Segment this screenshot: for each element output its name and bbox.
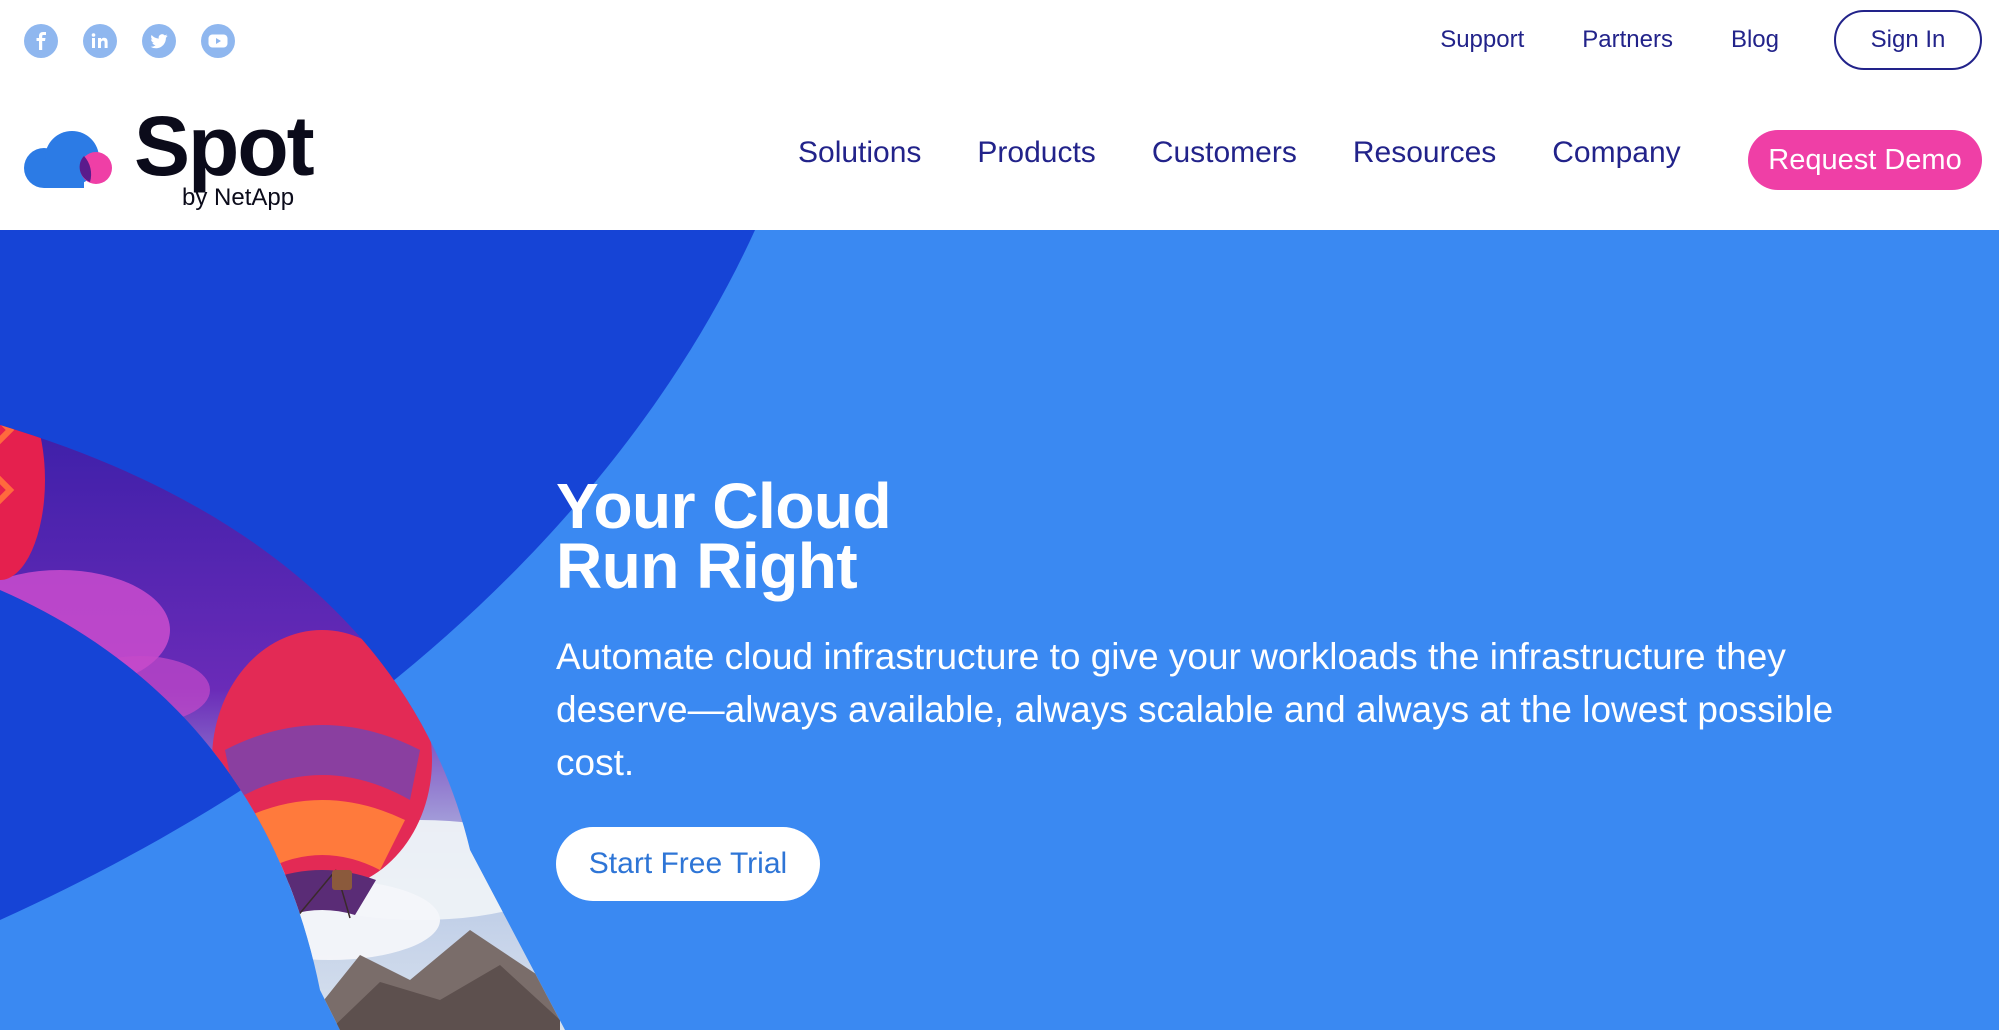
partners-link[interactable]: Partners (1582, 24, 1673, 56)
cloud-logo-icon (24, 131, 112, 188)
linkedin-icon[interactable] (83, 24, 117, 58)
nav-item-customers[interactable]: Customers (1152, 134, 1297, 172)
hero-content: Your Cloud Run Right Automate cloud infr… (556, 474, 1896, 901)
start-free-trial-button[interactable]: Start Free Trial (556, 827, 820, 901)
twitter-icon[interactable] (142, 24, 176, 58)
social-links (24, 24, 235, 58)
request-demo-button[interactable]: Request Demo (1748, 130, 1982, 190)
spot-logo[interactable]: Spot by NetApp (24, 99, 324, 212)
main-nav: Solutions Products Customers Resources C… (798, 134, 1681, 172)
sign-in-button[interactable]: Sign In (1834, 10, 1982, 70)
blog-link[interactable]: Blog (1731, 24, 1779, 56)
youtube-icon[interactable] (201, 24, 235, 58)
nav-item-products[interactable]: Products (977, 134, 1095, 172)
hero-title: Your Cloud Run Right (556, 474, 1896, 598)
brand-name: Spot (134, 99, 315, 193)
nav-item-company[interactable]: Company (1552, 134, 1680, 172)
main-header: Spot by NetApp Solutions Products Custom… (0, 82, 1999, 230)
utility-bar: Support Partners Blog Sign In (0, 0, 1999, 82)
hero-title-line-2: Run Right (556, 530, 858, 602)
support-link[interactable]: Support (1440, 24, 1524, 56)
nav-item-resources[interactable]: Resources (1353, 134, 1496, 172)
utility-nav: Support Partners Blog (1440, 24, 1779, 56)
hero-description: Automate cloud infrastructure to give yo… (556, 636, 1834, 783)
nav-item-solutions[interactable]: Solutions (798, 134, 921, 172)
brand-tagline: by NetApp (182, 184, 295, 211)
hero-section: Your Cloud Run Right Automate cloud infr… (0, 230, 1999, 1030)
facebook-icon[interactable] (24, 24, 58, 58)
